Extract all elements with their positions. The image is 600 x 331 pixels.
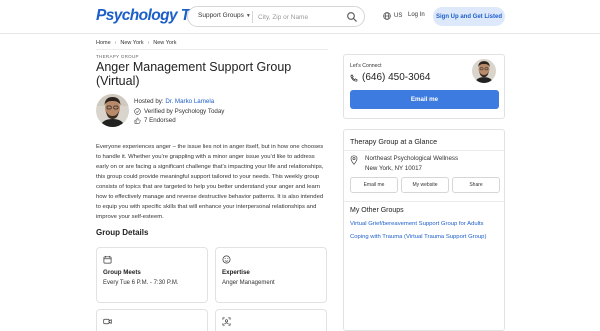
group-description: Everyone experiences anger – the issue l… [96, 144, 324, 220]
connect-card: Let's Connect (646) 450-3064 Email me [343, 54, 505, 119]
group-meets-value: Every Tue 6 P.M. - 7:30 P.M. [103, 280, 179, 286]
organization-info: Northeast Psychological Wellness New Yor… [350, 154, 458, 174]
glance-website-button[interactable]: My website [401, 177, 449, 193]
glance-actions: Email me My website Share [350, 177, 500, 193]
chevron-right-icon: › [114, 40, 117, 46]
video-icon [103, 318, 112, 325]
organization-location: New York, NY 10017 [365, 165, 422, 172]
glance-heading: Therapy Group at a Glance [350, 137, 438, 146]
search-input[interactable] [258, 10, 346, 24]
breadcrumb: Home › New York › New York [96, 40, 177, 46]
site-header: Psychology Today Support Groups▼ US Log … [0, 0, 600, 34]
page-title: Anger Management Support Group (Virtual) [96, 60, 292, 88]
hosted-by-prefix: Hosted by: [134, 98, 166, 105]
location-pin-icon [350, 155, 358, 165]
details-card [215, 309, 327, 331]
group-details-heading: Group Details [96, 228, 149, 237]
glance-card: Therapy Group at a Glance Northeast Psyc… [343, 129, 505, 331]
group-meets-label: Group Meets [103, 269, 141, 276]
divider [96, 49, 328, 50]
glance-email-button[interactable]: Email me [350, 177, 398, 193]
email-me-button[interactable]: Email me [350, 90, 499, 109]
globe-icon [383, 12, 391, 20]
other-group-link[interactable]: Coping with Trauma (Virtual Trauma Suppo… [350, 234, 486, 240]
signup-button[interactable]: Sign Up and Get Listed [433, 7, 505, 26]
phone-number[interactable]: (646) 450-3064 [350, 72, 430, 83]
other-group-link[interactable]: Virtual Grief/bereavement Support Group … [350, 221, 483, 227]
search-type-label: Support Groups [198, 12, 244, 19]
details-card [96, 309, 208, 331]
expertise-card: Expertise Anger Management [215, 247, 327, 303]
endorsed-text: 7 Endorsed [144, 117, 176, 124]
phone-icon [350, 73, 358, 82]
language-label: US [394, 13, 403, 19]
expertise-value: Anger Management [222, 280, 275, 286]
hosted-by: Hosted by: Dr. Marko Lamela [134, 98, 214, 105]
thumbs-up-icon [134, 117, 141, 124]
calendar-icon [103, 255, 112, 264]
breadcrumb-state[interactable]: New York [120, 40, 143, 46]
divider [344, 201, 504, 202]
expertise-icon [222, 255, 231, 264]
glance-share-button[interactable]: Share [452, 177, 500, 193]
verified-badge: Verified by Psychology Today [134, 108, 224, 115]
verified-text: Verified by Psychology Today [144, 108, 225, 115]
search-icon[interactable] [346, 11, 358, 23]
divider [344, 150, 504, 151]
host-name-link[interactable]: Dr. Marko Lamela [165, 98, 214, 105]
host-avatar[interactable] [96, 94, 129, 127]
connect-label: Let's Connect [350, 63, 382, 69]
other-groups-heading: My Other Groups [350, 207, 404, 214]
organization-name: Northeast Psychological Wellness [365, 155, 459, 162]
verified-check-icon [134, 108, 141, 115]
phone-text: (646) 450-3064 [362, 72, 431, 83]
chevron-down-icon: ▼ [245, 13, 251, 19]
language-selector[interactable]: US [383, 12, 402, 20]
search-divider [252, 11, 253, 23]
login-link[interactable]: Log In [408, 12, 425, 18]
search-type-dropdown[interactable]: Support Groups ▼ [198, 12, 251, 19]
endorsed-count[interactable]: 7 Endorsed [134, 117, 176, 124]
breadcrumb-city[interactable]: New York [153, 40, 176, 46]
breadcrumb-home[interactable]: Home [96, 40, 111, 46]
chevron-right-icon: › [147, 40, 150, 46]
expertise-label: Expertise [222, 269, 250, 276]
scan-icon [222, 317, 231, 326]
group-meets-card: Group Meets Every Tue 6 P.M. - 7:30 P.M. [96, 247, 208, 303]
host-avatar-small[interactable] [472, 59, 496, 83]
group-type-label: THERAPY GROUP [96, 54, 139, 59]
search-bar: Support Groups ▼ [187, 6, 365, 27]
